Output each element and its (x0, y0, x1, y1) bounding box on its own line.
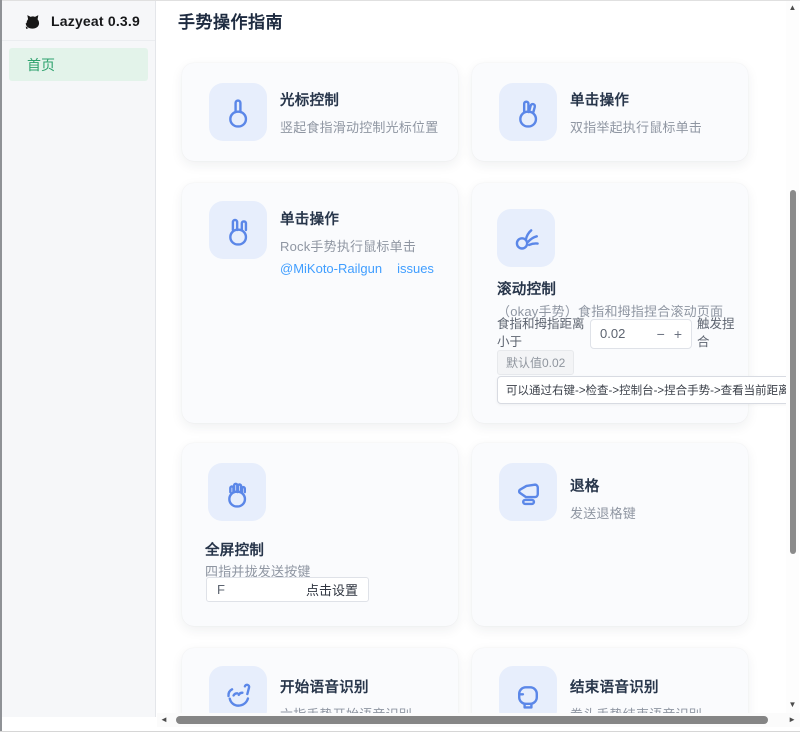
icon-box (208, 463, 266, 521)
pinch-distance-label: 食指和拇指距离小于 (497, 316, 585, 351)
card-cursor-control: 光标控制 竖起食指滑动控制光标位置 (182, 63, 458, 161)
point-up-icon (221, 95, 255, 129)
card-text: 开始语音识别 六指手势开始语音识别 (280, 676, 412, 713)
icon-box (499, 463, 557, 521)
sidebar: Lazyeat 0.3.9 首页 (2, 1, 156, 717)
scroll-left-arrow-icon[interactable]: ◄ (160, 715, 168, 725)
pinch-trigger-label: 触发捏合 (697, 316, 741, 351)
card-desc: 六指手势开始语音识别 (280, 704, 412, 713)
icon-box (209, 201, 267, 259)
card-text: 光标控制 竖起食指滑动控制光标位置 (280, 89, 438, 136)
card-text: 结束语音识别 拳头手势结束语音识别 (570, 676, 702, 713)
default-value-tag: 默认值0.02 (497, 350, 574, 375)
two-fingers-icon (511, 95, 545, 129)
fullscreen-key-value[interactable] (217, 582, 277, 597)
card-text: 退格 发送退格键 (570, 475, 636, 522)
icon-box (499, 666, 557, 713)
icon-box (209, 83, 267, 141)
card-scroll-control: 滚动控制 （okay手势）食指和拇指捏合滚动页面 食指和拇指距离小于 − + 触… (472, 183, 748, 423)
vertical-scrollbar[interactable]: ▲ ▼ (786, 1, 799, 713)
card-links: @MiKoto-Railgun issues (280, 261, 434, 276)
window-left-edge (0, 0, 2, 732)
fist-icon (511, 678, 545, 712)
card-desc: Rock手势执行鼠标单击 (280, 236, 434, 255)
icon-box (497, 209, 555, 267)
issues-link[interactable]: issues (397, 261, 434, 276)
shaka-icon (221, 678, 255, 712)
card-desc: 竖起食指滑动控制光标位置 (280, 117, 438, 136)
increase-button[interactable]: + (674, 327, 682, 341)
card-single-click: 单击操作 双指举起执行鼠标单击 (472, 63, 748, 161)
card-title: 全屏控制 (205, 539, 264, 560)
sidebar-item-home[interactable]: 首页 (9, 48, 148, 81)
card-end-voice: 结束语音识别 拳头手势结束语音识别 (472, 648, 748, 713)
card-text: 单击操作 双指举起执行鼠标单击 (570, 89, 702, 136)
card-title: 单击操作 (280, 208, 434, 229)
pinch-distance-input[interactable]: − + (590, 319, 692, 349)
card-start-voice: 开始语音识别 六指手势开始语音识别 (182, 648, 458, 713)
card-title: 开始语音识别 (280, 676, 412, 697)
scroll-up-arrow-icon[interactable]: ▲ (786, 3, 799, 13)
app-window: Lazyeat 0.3.9 首页 手势操作指南 光标控制 竖起食指滑动控制光标位… (0, 0, 800, 732)
pinch-distance-value[interactable] (600, 326, 648, 341)
vertical-scrollbar-thumb[interactable] (790, 190, 796, 554)
open-palm-icon (220, 475, 254, 509)
icon-box (499, 83, 557, 141)
card-desc: 双指举起执行鼠标单击 (570, 117, 702, 136)
sidebar-header: Lazyeat 0.3.9 (2, 1, 155, 41)
ok-gesture-icon (509, 221, 543, 255)
thumb-left-icon (511, 475, 545, 509)
key-set-button[interactable]: 点击设置 (306, 580, 358, 599)
pinch-setting-row: 食指和拇指距离小于 − + 触发捏合 (497, 316, 741, 351)
card-title: 光标控制 (280, 89, 438, 110)
icon-box (209, 666, 267, 713)
card-text: 单击操作 Rock手势执行鼠标单击 @MiKoto-Railgun issues (280, 208, 434, 276)
decrease-button[interactable]: − (657, 327, 665, 341)
app-name: Lazyeat 0.3.9 (51, 13, 140, 29)
card-fullscreen-control: 全屏控制 四指并拢发送按键 点击设置 (182, 443, 458, 626)
app-logo-icon (22, 11, 42, 31)
main-viewport: 手势操作指南 光标控制 竖起食指滑动控制光标位置 (157, 1, 786, 713)
card-desc: 发送退格键 (570, 503, 636, 522)
author-link[interactable]: @MiKoto-Railgun (280, 261, 382, 276)
distance-tip: 可以通过右键->检查->控制台->捏合手势->查看当前距离 (497, 376, 786, 404)
card-title: 单击操作 (570, 89, 702, 110)
card-desc: 拳头手势结束语音识别 (570, 704, 702, 713)
card-title: 退格 (570, 475, 636, 496)
horizontal-scrollbar[interactable]: ◄ ► (157, 713, 800, 727)
card-title: 滚动控制 (497, 278, 556, 299)
page-title: 手势操作指南 (178, 8, 283, 33)
rock-gesture-icon (221, 213, 255, 247)
card-backspace: 退格 发送退格键 (472, 443, 748, 626)
scroll-right-arrow-icon[interactable]: ► (788, 715, 796, 725)
horizontal-scrollbar-thumb[interactable] (176, 716, 768, 724)
sidebar-item-home-label: 首页 (27, 55, 55, 75)
card-single-click-rock: 单击操作 Rock手势执行鼠标单击 @MiKoto-Railgun issues (182, 183, 458, 423)
scroll-down-arrow-icon[interactable]: ▼ (786, 700, 799, 710)
card-title: 结束语音识别 (570, 676, 702, 697)
fullscreen-key-input[interactable]: 点击设置 (206, 577, 369, 602)
